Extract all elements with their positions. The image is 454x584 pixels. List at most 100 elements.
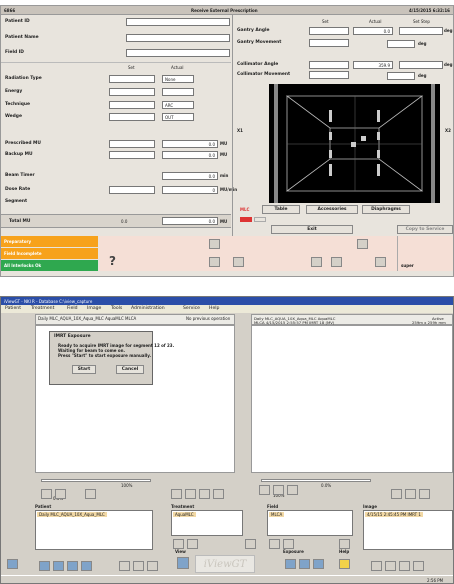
- image-tool-1[interactable]: [371, 561, 382, 571]
- left-tool-5[interactable]: [185, 489, 196, 499]
- bottom-tool-8[interactable]: [147, 561, 158, 571]
- treatment-list[interactable]: AquaMLC: [171, 510, 243, 536]
- tab-table[interactable]: Table: [262, 205, 300, 214]
- bottom-tool-1[interactable]: [7, 559, 18, 569]
- field-tool-1[interactable]: [269, 539, 280, 549]
- patient-list[interactable]: Daily MLC_AQUA_10X_Aqua_MLC: [35, 510, 153, 550]
- tab-diaphragms[interactable]: Diaphragms: [362, 205, 410, 214]
- user-name: super: [401, 263, 414, 268]
- left-tool-7[interactable]: [213, 489, 224, 499]
- title-bar: 6866 Receive External Prescription 4/15/…: [1, 6, 453, 15]
- collimator-angle-unit: deg: [444, 62, 453, 67]
- exposure-tool-2[interactable]: [299, 559, 310, 569]
- left-slider[interactable]: [41, 479, 151, 482]
- view-label: View: [175, 549, 186, 554]
- right-tool-3[interactable]: [287, 485, 298, 495]
- bottom-tool-2[interactable]: [39, 561, 50, 571]
- patient-list-item[interactable]: Daily MLC_AQUA_10X_Aqua_MLC: [37, 512, 107, 517]
- menu-image[interactable]: Image: [87, 306, 101, 311]
- treatment-tool-1[interactable]: [173, 539, 184, 549]
- right-tool-4[interactable]: [391, 489, 402, 499]
- patient-panel: Patient Daily MLC_AQUA_10X_Aqua_MLC: [35, 504, 153, 550]
- gantry-angle-actual: 0.0: [353, 27, 393, 35]
- treatment-tool-3[interactable]: [245, 539, 256, 549]
- help-label: Help: [339, 549, 350, 554]
- menu-service[interactable]: Service: [183, 306, 200, 311]
- beam-timer-label: Beam Timer: [5, 173, 35, 178]
- help-icon[interactable]: [339, 559, 350, 569]
- tab-mlc[interactable]: MLC: [240, 207, 249, 212]
- menu-field[interactable]: Field: [67, 306, 78, 311]
- left-tool-4[interactable]: [171, 489, 182, 499]
- left-tool-3[interactable]: [85, 489, 96, 499]
- help-question[interactable]: ?: [109, 254, 116, 268]
- patient-name-field[interactable]: [126, 34, 230, 42]
- left-header: Daily MLC_AQUA_10X_Aqua_MLC AquaMLC MLCA…: [35, 314, 235, 325]
- left-tool-2[interactable]: [55, 489, 66, 499]
- left-tool-6[interactable]: [199, 489, 210, 499]
- imrt-dialog: IMRT Exposure Ready to acquire IMRT imag…: [49, 331, 174, 385]
- menu-administration[interactable]: Administration: [131, 306, 165, 311]
- backup-mu-actual: 0.0: [162, 151, 218, 159]
- menu-help[interactable]: Help: [209, 306, 219, 311]
- image-list[interactable]: 4/15/15 2:45:45 PM IMRT 1: [363, 510, 453, 550]
- collimator-angle-step: [399, 61, 443, 69]
- start-button[interactable]: Start: [72, 365, 96, 374]
- wrench-icon[interactable]: [331, 257, 342, 267]
- edit-icon[interactable]: [209, 257, 220, 267]
- patient-icon[interactable]: [311, 257, 322, 267]
- patient-name-label: Patient Name: [5, 35, 39, 40]
- bottom-tool-5[interactable]: [81, 561, 92, 571]
- exposure-tool-3[interactable]: [313, 559, 324, 569]
- right-tool-6[interactable]: [419, 489, 430, 499]
- left-tool-1[interactable]: [41, 489, 52, 499]
- right-tool-2[interactable]: [273, 485, 284, 495]
- field-id-field[interactable]: [126, 49, 230, 57]
- collimator-movement-unit: deg: [418, 73, 427, 78]
- right-tool-5[interactable]: [405, 489, 416, 499]
- view-icon[interactable]: [177, 557, 189, 569]
- image-tool-3[interactable]: [399, 561, 410, 571]
- iview-title: iViewGT - NKI R - Database C:\iview_capt…: [4, 299, 93, 304]
- total-mu-actual: 0.0: [162, 217, 218, 225]
- field-tool-2[interactable]: [283, 539, 294, 549]
- bottom-tool-3[interactable]: [53, 561, 64, 571]
- menu-treatment[interactable]: Treatment: [31, 306, 54, 311]
- prescribed-mu-unit: MU: [220, 141, 228, 146]
- exit-button[interactable]: Exit: [271, 225, 353, 234]
- image-list-item[interactable]: 4/15/15 2:45:45 PM IMRT 1: [365, 512, 423, 517]
- menu-tools[interactable]: Tools: [111, 306, 122, 311]
- taskbar: 2:56 PM: [1, 575, 453, 583]
- bottom-tool-7[interactable]: [133, 561, 144, 571]
- trash-icon[interactable]: [233, 257, 244, 267]
- field-tool-3[interactable]: [339, 539, 350, 549]
- gantry-movement-label: Gantry Movement: [237, 40, 282, 45]
- treatment-list-item[interactable]: AquaMLC: [173, 512, 196, 517]
- image-tool-2[interactable]: [385, 561, 396, 571]
- cancel-button[interactable]: Cancel: [116, 365, 144, 374]
- copy-to-service-button[interactable]: Copy to Service: [397, 225, 453, 234]
- field-panel: Field MLCA: [267, 504, 353, 536]
- field-list-item[interactable]: MLCA: [269, 512, 285, 517]
- right-slider[interactable]: [261, 479, 371, 482]
- treatment-tool-2[interactable]: [187, 539, 198, 549]
- patient-id-label: Patient ID: [5, 19, 30, 24]
- menu-patient[interactable]: Patient: [5, 306, 21, 311]
- tab-accessories[interactable]: Accessories: [306, 205, 358, 214]
- right-tool-1[interactable]: [259, 485, 270, 495]
- image-tool-4[interactable]: [413, 561, 424, 571]
- bottom-tool-6[interactable]: [119, 561, 130, 571]
- exposure-tool-1[interactable]: [285, 559, 296, 569]
- bottom-tool-4[interactable]: [67, 561, 78, 571]
- gantry-movement-unit: deg: [418, 41, 427, 46]
- menu-bar: Patient Treatment Field Image Tools Admi…: [1, 305, 453, 313]
- prescribed-mu-actual: 0.0: [162, 140, 218, 148]
- notepad-icon[interactable]: [209, 239, 220, 249]
- dose-rate-set: [109, 186, 155, 194]
- document-icon[interactable]: [357, 239, 368, 249]
- pencil-icon[interactable]: [375, 257, 386, 267]
- field-list[interactable]: MLCA: [267, 510, 353, 536]
- patient-id-field[interactable]: [126, 18, 230, 26]
- image-panel-label: Image: [363, 504, 377, 509]
- gantry-movement-step: [387, 40, 415, 48]
